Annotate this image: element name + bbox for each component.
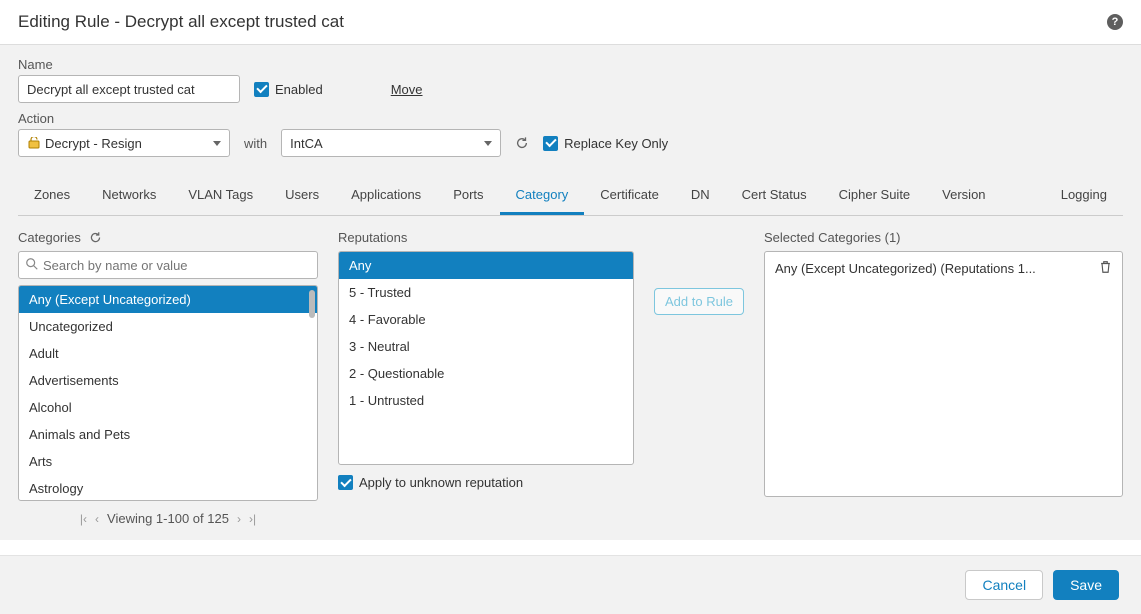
trash-icon[interactable] xyxy=(1099,260,1112,277)
reputations-column: Reputations Any5 - Trusted4 - Favorable3… xyxy=(338,230,634,530)
list-item[interactable]: Alcohol xyxy=(19,394,317,421)
tab-version[interactable]: Version xyxy=(926,177,1001,215)
categories-header: Categories xyxy=(18,230,81,245)
page-last-icon[interactable]: ›| xyxy=(249,512,256,526)
list-item[interactable]: Arts xyxy=(19,448,317,475)
replace-key-label: Replace Key Only xyxy=(564,136,668,151)
save-button[interactable]: Save xyxy=(1053,570,1119,600)
tab-cipher-suite[interactable]: Cipher Suite xyxy=(823,177,927,215)
search-wrap xyxy=(18,251,318,279)
checkbox-icon xyxy=(254,82,269,97)
enabled-checkbox[interactable]: Enabled xyxy=(254,82,323,97)
list-item[interactable]: Astrology xyxy=(19,475,317,501)
refresh-icon[interactable] xyxy=(515,136,529,150)
selected-header: Selected Categories (1) xyxy=(764,230,901,245)
tab-networks[interactable]: Networks xyxy=(86,177,172,215)
page-next-icon[interactable]: › xyxy=(237,512,241,526)
page-prev-icon[interactable]: ‹ xyxy=(95,512,99,526)
name-label: Name xyxy=(18,57,1123,72)
form-area: Name Enabled Move Action xyxy=(0,45,1141,216)
add-to-rule-button[interactable]: Add to Rule xyxy=(654,288,744,315)
titlebar: Editing Rule - Decrypt all except truste… xyxy=(0,0,1141,45)
scrollbar-thumb[interactable] xyxy=(309,290,315,318)
categories-column: Categories Any (Except Uncategorized)Unc… xyxy=(18,230,318,530)
list-item[interactable]: 3 - Neutral xyxy=(339,333,633,360)
tab-cert-status[interactable]: Cert Status xyxy=(726,177,823,215)
tab-ports[interactable]: Ports xyxy=(437,177,499,215)
action-value: Decrypt - Resign xyxy=(45,136,142,151)
enabled-label: Enabled xyxy=(275,82,323,97)
list-item[interactable]: 1 - Untrusted xyxy=(339,387,633,414)
pager-text: Viewing 1-100 of 125 xyxy=(107,511,229,526)
page-title: Editing Rule - Decrypt all except truste… xyxy=(18,12,344,32)
checkbox-icon xyxy=(543,136,558,151)
checkbox-icon xyxy=(338,475,353,490)
list-item[interactable]: Uncategorized xyxy=(19,313,317,340)
selected-row: Any (Except Uncategorized) (Reputations … xyxy=(767,256,1120,281)
action-label: Action xyxy=(18,111,1123,126)
apply-unknown-label: Apply to unknown reputation xyxy=(359,475,523,490)
chevron-down-icon xyxy=(213,141,221,146)
list-item[interactable]: Adult xyxy=(19,340,317,367)
ca-value: IntCA xyxy=(290,136,323,151)
tab-dn[interactable]: DN xyxy=(675,177,726,215)
categories-listbox[interactable]: Any (Except Uncategorized)UncategorizedA… xyxy=(18,285,318,501)
pager: |‹ ‹ Viewing 1-100 of 125 › ›| xyxy=(18,501,318,530)
list-item[interactable]: 2 - Questionable xyxy=(339,360,633,387)
move-link[interactable]: Move xyxy=(391,82,423,97)
tab-logging[interactable]: Logging xyxy=(1045,177,1123,215)
ca-select[interactable]: IntCA xyxy=(281,129,501,157)
refresh-icon[interactable] xyxy=(89,231,102,244)
tab-certificate[interactable]: Certificate xyxy=(584,177,675,215)
selected-item-label: Any (Except Uncategorized) (Reputations … xyxy=(775,261,1036,276)
selected-column: Selected Categories (1) Any (Except Unca… xyxy=(764,230,1123,530)
chevron-down-icon xyxy=(484,141,492,146)
tab-applications[interactable]: Applications xyxy=(335,177,437,215)
help-icon[interactable]: ? xyxy=(1107,14,1123,30)
list-item[interactable]: Any (Except Uncategorized) xyxy=(19,286,317,313)
with-label: with xyxy=(244,136,267,151)
name-input[interactable] xyxy=(18,75,240,103)
tab-zones[interactable]: Zones xyxy=(18,177,86,215)
tab-bar: ZonesNetworksVLAN TagsUsersApplicationsP… xyxy=(18,165,1123,216)
decrypt-icon xyxy=(27,137,41,149)
reputations-listbox[interactable]: Any5 - Trusted4 - Favorable3 - Neutral2 … xyxy=(338,251,634,465)
list-item[interactable]: Advertisements xyxy=(19,367,317,394)
add-button-column: Add to Rule xyxy=(654,230,744,530)
replace-key-checkbox[interactable]: Replace Key Only xyxy=(543,136,668,151)
categories-search-input[interactable] xyxy=(18,251,318,279)
list-item[interactable]: 5 - Trusted xyxy=(339,279,633,306)
apply-unknown-checkbox[interactable]: Apply to unknown reputation xyxy=(338,475,523,490)
reputations-header: Reputations xyxy=(338,230,407,245)
list-item[interactable]: Animals and Pets xyxy=(19,421,317,448)
content-area: Categories Any (Except Uncategorized)Unc… xyxy=(0,216,1141,540)
action-select[interactable]: Decrypt - Resign xyxy=(18,129,230,157)
tab-category[interactable]: Category xyxy=(500,177,585,215)
footer: Cancel Save xyxy=(0,555,1141,614)
list-item[interactable]: 4 - Favorable xyxy=(339,306,633,333)
selected-listbox: Any (Except Uncategorized) (Reputations … xyxy=(764,251,1123,497)
search-icon xyxy=(25,257,39,274)
tab-users[interactable]: Users xyxy=(269,177,335,215)
page-first-icon[interactable]: |‹ xyxy=(80,512,87,526)
list-item[interactable]: Any xyxy=(339,252,633,279)
cancel-button[interactable]: Cancel xyxy=(965,570,1043,600)
tab-vlan-tags[interactable]: VLAN Tags xyxy=(172,177,269,215)
